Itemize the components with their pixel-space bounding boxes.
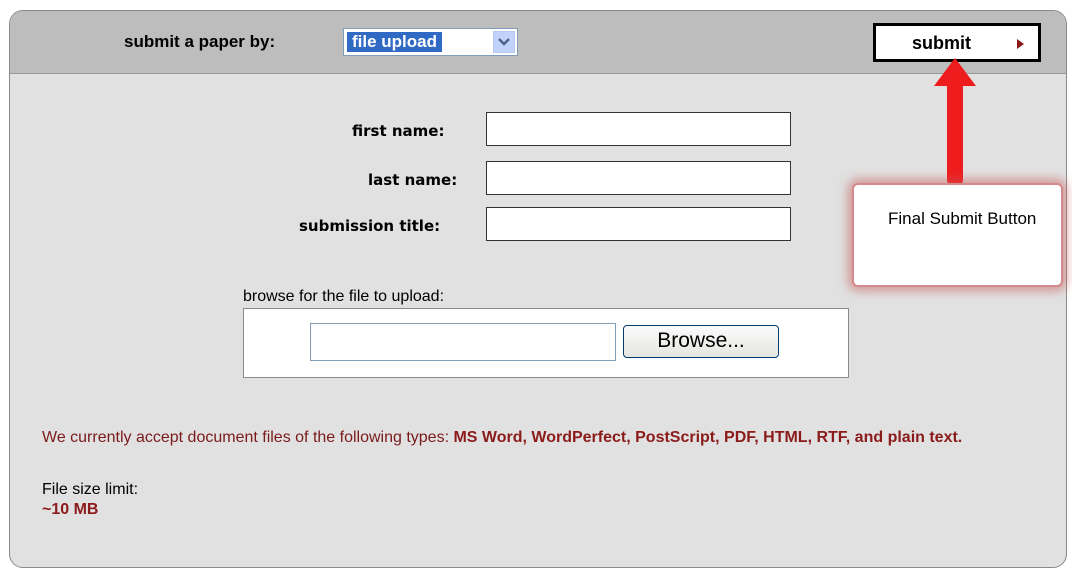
accepted-types-text: We currently accept document files of th… [42,428,1032,447]
submission-panel: submit a paper by: file upload submit fi… [9,10,1067,568]
triangle-right-icon [1017,39,1024,49]
last-name-label: last name: [368,171,458,189]
annotation-text: Final Submit Button [888,209,1037,228]
submission-method-select[interactable]: file upload [343,28,518,56]
submission-title-label: submission title: [299,217,441,235]
arrow-up-icon [934,58,976,184]
file-size-value: ~10 MB [42,501,99,518]
file-path-input[interactable] [310,323,616,361]
chevron-down-icon[interactable] [493,31,515,53]
last-name-field[interactable] [486,161,791,195]
upload-box: Browse... [243,308,849,378]
file-size-label: File size limit: [42,481,139,498]
panel-header: submit a paper by: file upload submit [10,11,1066,74]
first-name-label: first name: [352,122,445,140]
accepted-types-prefix: We currently accept document files of th… [42,429,454,446]
annotation-callout: Final Submit Button [852,183,1063,287]
accepted-types-list: MS Word, WordPerfect, PostScript, PDF, H… [453,429,963,446]
browse-button[interactable]: Browse... [623,325,779,358]
submission-method-value: file upload [347,32,442,52]
submission-title-field[interactable] [486,207,791,241]
submit-by-label: submit a paper by: [124,32,276,51]
browse-caption: browse for the file to upload: [243,288,445,305]
first-name-field[interactable] [486,112,791,146]
